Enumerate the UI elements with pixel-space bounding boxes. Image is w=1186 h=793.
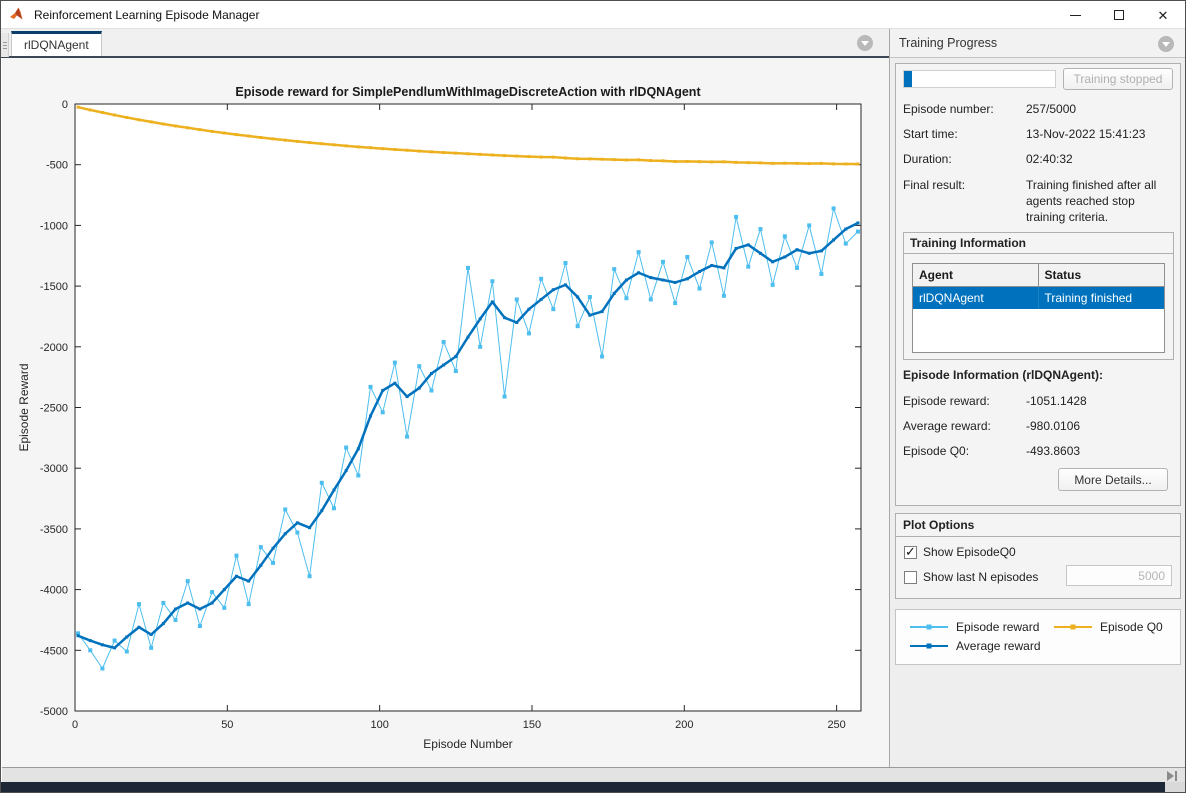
training-progress-fill [904,71,912,87]
minimize-icon [1070,15,1081,16]
last-n-episodes-input[interactable] [1066,565,1172,586]
show-episodeq0-label: Show EpisodeQ0 [923,545,1016,559]
duration-label: Duration: [903,152,952,166]
close-icon: ✕ [1158,9,1169,22]
svg-text:0: 0 [72,719,78,731]
horizontal-scrollbar[interactable] [2,767,1186,782]
window-title: Reinforcement Learning Episode Manager [34,8,259,22]
bottom-corner [1165,782,1186,793]
episode-reward-label: Episode reward: [903,394,990,408]
legend-item-episode-reward[interactable]: Episode reward [910,620,1039,634]
table-row[interactable]: rlDQNAgent Training finished [913,287,1164,309]
training-progress-title: Training Progress [899,36,997,50]
episode-reward-value: -1051.1428 [1026,394,1176,410]
start-time-label: Start time: [903,127,958,141]
close-button[interactable]: ✕ [1141,1,1185,29]
svg-text:50: 50 [221,719,233,731]
legend-item-episode-q0[interactable]: Episode Q0 [1054,620,1163,634]
episode-q0-label: Episode Q0: [903,444,969,458]
status-cell: Training finished [1039,287,1165,309]
show-episodeq0-option: Show EpisodeQ0 [904,545,1016,559]
episode-number-value: 257/5000 [1026,102,1176,118]
svg-text:250: 250 [827,719,845,731]
svg-text:-4500: -4500 [40,645,68,657]
training-stopped-button[interactable]: Training stopped [1063,68,1173,90]
status-column-header: Status [1039,264,1165,286]
svg-text:-2500: -2500 [40,403,68,415]
show-last-n-label: Show last N episodes [923,570,1038,584]
episode-reward-line-swatch [910,626,948,628]
svg-text:-500: -500 [46,160,68,172]
tab-label: rlDQNAgent [24,38,89,52]
matlab-logo-icon [9,6,26,23]
svg-text:-1000: -1000 [40,220,68,232]
tab-rldqnagent[interactable]: rlDQNAgent [11,31,102,56]
episode-information-title: Episode Information (rlDQNAgent): [903,368,1103,382]
agent-cell: rlDQNAgent [913,287,1039,309]
final-result-value: Training finished after all agents reach… [1026,178,1176,226]
average-reward-line-swatch [910,645,948,647]
svg-text:200: 200 [675,719,693,731]
title-bar: Reinforcement Learning Episode Manager ✕ [1,1,1185,29]
training-progress-header: Training Progress [890,29,1186,58]
training-information-box: Training Information Agent Status rlDQNA… [903,232,1174,360]
final-result-label: Final result: [903,178,965,192]
agents-table-header: Agent Status [913,264,1164,287]
episode-q0-value: -493.8603 [1026,444,1176,460]
agent-column-header: Agent [913,264,1039,286]
svg-text:Episode Reward: Episode Reward [17,363,31,451]
tab-bar: rlDQNAgent [1,29,889,58]
chevron-down-icon [1162,42,1170,47]
svg-text:-3500: -3500 [40,524,68,536]
episode-number-label: Episode number: [903,102,994,116]
training-progress-panel: Training Progress Training stopped Episo… [890,29,1186,767]
svg-text:-1500: -1500 [40,281,68,293]
agents-table: Agent Status rlDQNAgent Training finishe… [912,263,1165,353]
svg-text:Episode Number: Episode Number [423,737,512,751]
episode-reward-chart[interactable]: 0 50 100 150 200 250 0 -500 -1000 -1500 -2000 -2500… [2,58,889,767]
app-window: Reinforcement Learning Episode Manager ✕… [0,0,1186,793]
svg-text:-2000: -2000 [40,342,68,354]
collapse-progress-panel-button[interactable] [1158,36,1174,52]
svg-text:-4000: -4000 [40,585,68,597]
plot-options-title: Plot Options [896,514,1180,537]
duration-value: 02:40:32 [1026,152,1176,168]
legend-item-average-reward[interactable]: Average reward [910,639,1041,653]
training-progress-box: Training stopped Episode number: 257/500… [895,63,1181,506]
svg-text:0: 0 [62,99,68,111]
skip-to-end-icon[interactable] [1167,770,1183,781]
svg-text:150: 150 [523,719,541,731]
bottom-status-bar [1,782,1165,793]
svg-text:-3000: -3000 [40,463,68,475]
training-plot-panel: 0 50 100 150 200 250 0 -500 -1000 -1500 -2000 -2500… [2,58,889,767]
svg-text:100: 100 [370,719,388,731]
legend-label: Episode Q0 [1100,620,1163,634]
legend-label: Average reward [956,639,1041,653]
minimize-button[interactable] [1053,1,1097,29]
svg-text:Episode reward for SimplePendl: Episode reward for SimplePendlumWithImag… [235,85,701,99]
legend-label: Episode reward [956,620,1039,634]
show-episodeq0-checkbox[interactable] [904,546,917,559]
maximize-icon [1114,10,1124,20]
svg-text:-5000: -5000 [40,706,68,718]
chart-legend: Episode reward Episode Q0 Average reward [895,609,1181,665]
chevron-down-icon [861,41,869,46]
training-progress-bar [903,70,1056,88]
episode-q0-line-swatch [1054,626,1092,628]
start-time-value: 13-Nov-2022 15:41:23 [1026,127,1176,143]
maximize-button[interactable] [1097,1,1141,29]
tab-grip-handle[interactable] [1,33,9,57]
collapse-tab-panel-button[interactable] [857,35,873,51]
plot-options-box: Plot Options Show EpisodeQ0 Show last N … [895,513,1181,599]
average-reward-label: Average reward: [903,419,991,433]
show-last-n-checkbox[interactable] [904,571,917,584]
training-information-title: Training Information [904,233,1173,254]
show-last-n-option: Show last N episodes [904,570,1038,584]
more-details-button[interactable]: More Details... [1058,468,1168,491]
average-reward-value: -980.0106 [1026,419,1176,435]
